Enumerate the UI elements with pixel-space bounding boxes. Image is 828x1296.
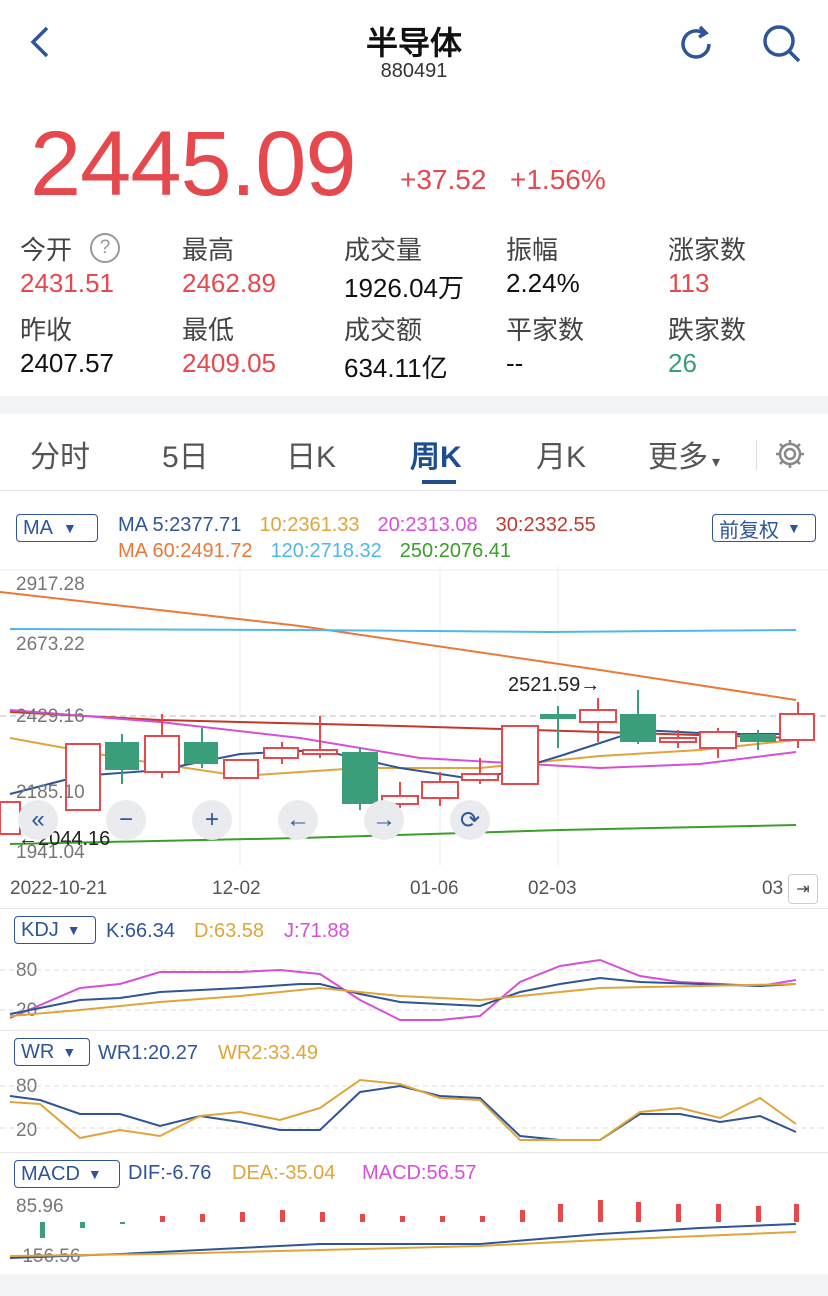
date-label: 01-06 xyxy=(410,878,459,899)
ma-legend-line2: MA 60:2491.72 120:2718.32 250:2076.41 xyxy=(118,540,529,563)
tab-more-label: 更多 xyxy=(648,441,708,474)
price-axis-label: 2429.16 xyxy=(16,706,85,727)
kdj-chart xyxy=(0,958,828,1021)
tab-5day[interactable]: 5日 xyxy=(162,432,209,476)
kdj-selector-label: KDJ xyxy=(21,918,59,941)
stat-label: 最高 xyxy=(182,235,235,265)
stat-value: -- xyxy=(506,348,524,378)
wr-chart xyxy=(0,1078,828,1141)
adjust-selector[interactable]: 前复权 ▼ xyxy=(712,514,816,542)
tab-divider xyxy=(756,440,757,470)
caret-down-icon: ▾ xyxy=(712,454,721,471)
jump-to-latest-icon[interactable]: ⇥ xyxy=(788,874,818,904)
rewind-double-left-icon[interactable]: « xyxy=(18,800,58,840)
stat-value: 2.24% xyxy=(506,268,580,298)
kdj-j-value: J:71.88 xyxy=(284,920,350,942)
ma-legend-line1: MA 5:2377.71 10:2361.33 20:2313.08 30:2332.… xyxy=(118,514,614,537)
arrow-left-icon[interactable]: ← xyxy=(278,800,318,840)
adjust-selector-label: 前复权 xyxy=(719,519,779,542)
price-change-pct: +1.56% xyxy=(510,164,606,195)
date-label: 2022-10-21 xyxy=(10,878,108,899)
macd-selector[interactable]: MACD ▼ xyxy=(14,1160,120,1188)
date-label: 03 xyxy=(762,878,784,899)
settings-gear-icon[interactable] xyxy=(770,434,810,474)
ma-legend-item: MA 60:2491.72 xyxy=(118,540,253,562)
price-change: +37.52 xyxy=(400,164,487,195)
ma-selector[interactable]: MA ▼ xyxy=(16,514,98,542)
help-question-icon[interactable]: ? xyxy=(90,233,120,263)
wr-selector[interactable]: WR ▼ xyxy=(14,1038,90,1066)
divider xyxy=(0,908,828,909)
ma60-line xyxy=(0,591,797,701)
stat-value: 1926.04万 xyxy=(344,273,464,303)
tab-timeshare[interactable]: 分时 xyxy=(30,432,90,476)
zoom-in-icon[interactable]: + xyxy=(192,800,232,840)
current-price: 2445.09 xyxy=(30,113,357,215)
dropdown-triangle-icon: ▼ xyxy=(66,922,81,938)
stat-value: 2431.51 xyxy=(20,268,114,298)
kdj-d-value: D:63.58 xyxy=(194,920,265,942)
stat-label: 成交量 xyxy=(344,235,423,265)
stat-label: 振幅 xyxy=(506,235,559,265)
price-axis-label: 2673.22 xyxy=(16,634,85,655)
wr2-value: WR2:33.49 xyxy=(218,1042,319,1064)
stat-label: 今开 xyxy=(20,235,73,265)
tab-day-k[interactable]: 日K xyxy=(286,432,336,476)
stat-label: 涨家数 xyxy=(668,235,747,265)
dropdown-triangle-icon: ▼ xyxy=(63,520,77,536)
section-separator xyxy=(0,396,828,414)
bottom-bar xyxy=(0,1274,828,1296)
refresh-icon[interactable] xyxy=(674,22,718,66)
wr-selector-label: WR xyxy=(21,1040,55,1063)
stat-value: 2407.57 xyxy=(20,348,114,378)
price-axis-label: 2917.28 xyxy=(16,574,85,595)
divider xyxy=(0,1152,828,1153)
stat-value: 113 xyxy=(668,268,710,298)
dropdown-triangle-icon: ▼ xyxy=(62,1044,77,1060)
ma-selector-label: MA xyxy=(23,516,53,539)
dropdown-triangle-icon: ▼ xyxy=(787,520,801,536)
macd-chart xyxy=(9,1200,799,1259)
rotate-screen-icon[interactable]: ⟳ xyxy=(450,800,490,840)
dropdown-triangle-icon: ▼ xyxy=(87,1166,102,1182)
macd-value: MACD:56.57 xyxy=(362,1162,477,1184)
divider xyxy=(0,1030,828,1031)
ma-legend-item: 20:2313.08 xyxy=(377,514,478,536)
ma-legend-item: 250:2076.41 xyxy=(399,540,512,562)
zoom-out-icon[interactable]: − xyxy=(106,800,146,840)
wr1-value: WR1:20.27 xyxy=(98,1042,199,1064)
tab-month-k[interactable]: 月K xyxy=(536,432,586,476)
date-label: 12-02 xyxy=(212,878,261,899)
ma120-line xyxy=(9,628,797,634)
search-icon[interactable] xyxy=(760,22,804,66)
ma-legend-item: 30:2332.55 xyxy=(495,514,596,536)
active-tab-indicator xyxy=(422,480,456,484)
macd-selector-label: MACD xyxy=(21,1162,80,1185)
stat-value: 26 xyxy=(668,348,697,378)
kdj-selector[interactable]: KDJ ▼ xyxy=(14,916,96,944)
ma-legend-item: MA 5:2377.71 xyxy=(118,514,242,536)
high-annotation: 2521.59→ xyxy=(508,674,601,696)
stat-label: 昨收 xyxy=(20,315,73,345)
arrow-right-icon[interactable]: → xyxy=(364,800,404,840)
divider xyxy=(0,490,828,491)
stat-value: 2409.05 xyxy=(182,348,276,378)
macd-dea-value: DEA:-35.04 xyxy=(232,1162,336,1184)
price-axis-label: 2185.10 xyxy=(16,782,85,803)
stat-value: 634.11亿 xyxy=(344,353,448,383)
stat-value: 2462.89 xyxy=(182,268,276,298)
stat-label: 最低 xyxy=(182,315,235,345)
ma-legend-item: 10:2361.33 xyxy=(259,514,360,536)
stat-label: 跌家数 xyxy=(668,315,747,345)
stat-label: 平家数 xyxy=(506,315,585,345)
ma-legend-item: 120:2718.32 xyxy=(270,540,382,562)
tab-more[interactable]: 更多 ▾ xyxy=(648,432,720,476)
kdj-k-value: K:66.34 xyxy=(106,920,175,942)
macd-dif-value: DIF:-6.76 xyxy=(128,1162,212,1184)
tab-week-k[interactable]: 周K xyxy=(410,432,462,476)
stat-label: 成交额 xyxy=(344,315,423,345)
date-label: 02-03 xyxy=(528,878,577,899)
